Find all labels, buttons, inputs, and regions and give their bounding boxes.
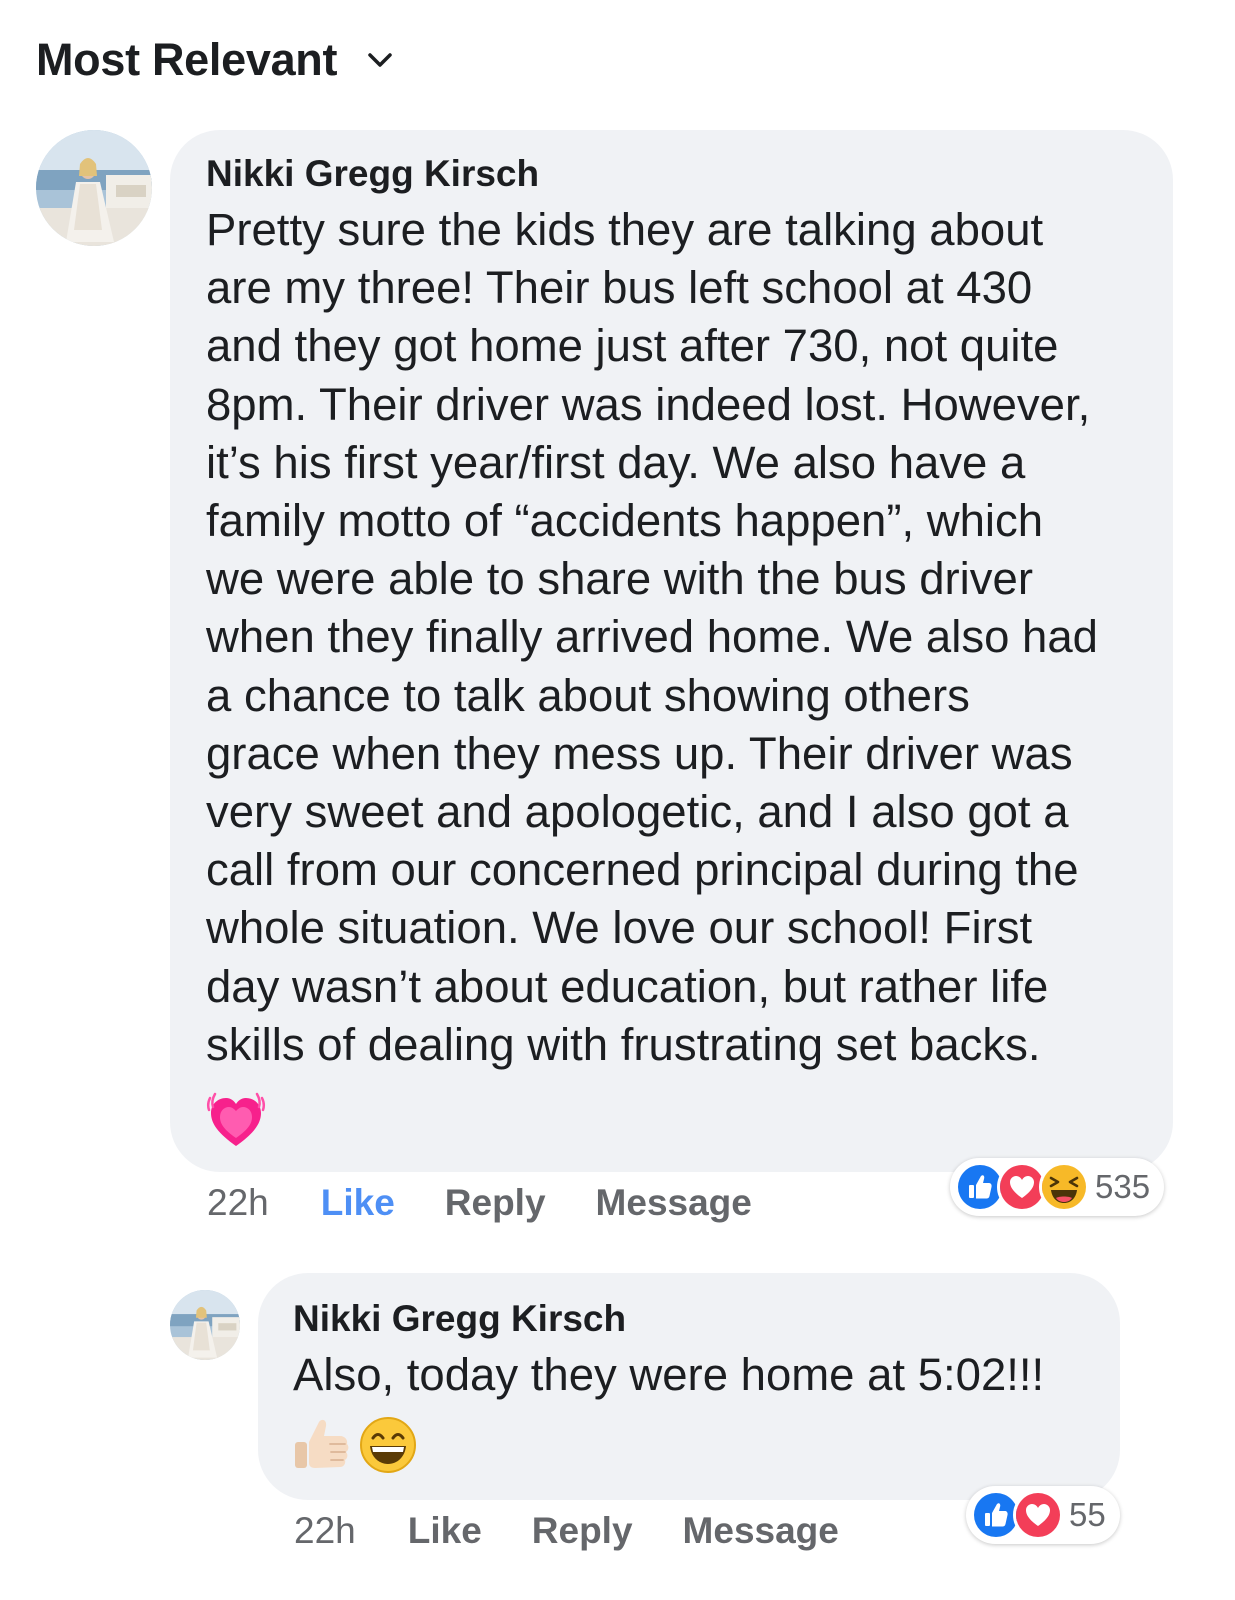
- haha-reaction-icon: [1039, 1162, 1089, 1212]
- comment-line: it’s his first year/first day. We also h…: [206, 436, 1026, 488]
- comment-line: whole situation. We love our school! Fir…: [206, 902, 1033, 954]
- chevron-down-icon: [367, 51, 393, 69]
- comment-line: Pretty sure the kids they are talking ab…: [206, 204, 1044, 255]
- message-button[interactable]: Message: [683, 1510, 839, 1552]
- comment-line: we were able to share with the bus drive…: [206, 553, 1033, 605]
- comment-line: are my three! Their bus left school at 4…: [206, 262, 1033, 314]
- reply-button[interactable]: Reply: [445, 1182, 546, 1224]
- comment-text: Also, today they were home at 5:02!!!: [293, 1346, 1100, 1404]
- comment-timestamp[interactable]: 22h: [207, 1182, 269, 1224]
- comment-timestamp[interactable]: 22h: [294, 1510, 356, 1552]
- sort-dropdown[interactable]: Most Relevant: [36, 34, 393, 86]
- message-button[interactable]: Message: [596, 1182, 752, 1224]
- comment-line: day wasn’t about education, but rather l…: [206, 960, 1049, 1012]
- avatar[interactable]: [36, 130, 152, 246]
- comment-bubble: Nikki Gregg Kirsch Also, today they were…: [258, 1273, 1120, 1500]
- comment-line: a chance to talk about showing others: [206, 669, 970, 721]
- comment-line: Also, today they were home at 5:02!!!: [293, 1349, 1045, 1400]
- comment-actions: 22h Like Reply Message: [207, 1180, 752, 1226]
- comment-line: grace when they mess up. Their driver wa…: [206, 727, 1073, 779]
- comment-line: when they finally arrived home. We also …: [206, 611, 1098, 663]
- reaction-count: 535: [1095, 1168, 1151, 1205]
- reaction-count: 55: [1069, 1496, 1106, 1533]
- comment-bubble: Nikki Gregg Kirsch Pretty sure the kids …: [170, 130, 1173, 1172]
- like-button[interactable]: Like: [321, 1182, 395, 1224]
- grinning-face-icon: [359, 1416, 417, 1479]
- comment-line: skills of dealing with frustrating set b…: [206, 1018, 1041, 1070]
- love-reaction-icon: [1013, 1490, 1063, 1540]
- like-button[interactable]: Like: [408, 1510, 482, 1552]
- thumbs-up-icon: [293, 1416, 351, 1479]
- reply-button[interactable]: Reply: [532, 1510, 633, 1552]
- comment-text: Pretty sure the kids they are talking ab…: [206, 201, 1153, 1074]
- growing-heart-icon: [206, 1092, 266, 1157]
- comment-line: and they got home just after 730, not qu…: [206, 320, 1059, 372]
- comment-line: very sweet and apologetic, and I also go…: [206, 786, 1069, 838]
- emoji-row: [293, 1416, 1100, 1479]
- reaction-summary[interactable]: 55: [966, 1486, 1120, 1544]
- comment-line: family motto of “accidents happen”, whic…: [206, 495, 1044, 547]
- sort-label: Most Relevant: [36, 34, 338, 85]
- comment-author[interactable]: Nikki Gregg Kirsch: [293, 1297, 1100, 1341]
- avatar[interactable]: [170, 1290, 240, 1360]
- reaction-summary[interactable]: 535: [950, 1158, 1165, 1216]
- emoji-row: [206, 1092, 1153, 1157]
- comment-line: 8pm. Their driver was indeed lost. Howev…: [206, 378, 1091, 430]
- comment-author[interactable]: Nikki Gregg Kirsch: [206, 152, 1153, 196]
- comment-actions: 22h Like Reply Message: [294, 1508, 839, 1554]
- comment-line: call from our concerned principal during…: [206, 844, 1079, 896]
